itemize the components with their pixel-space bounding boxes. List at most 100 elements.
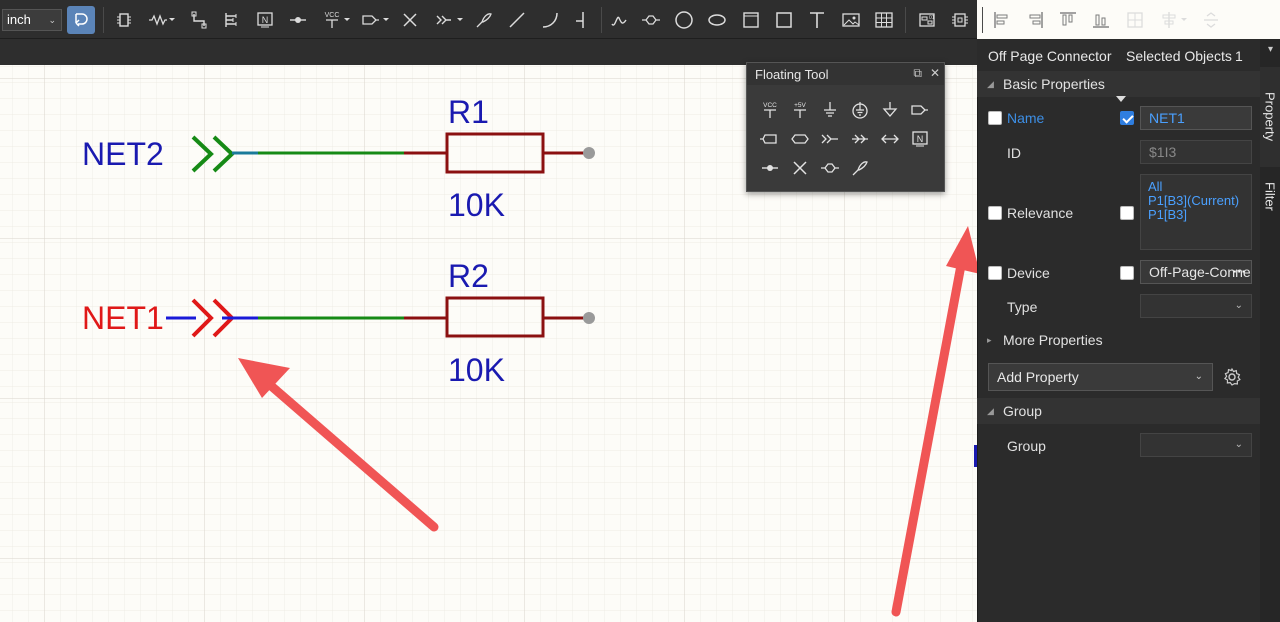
bus-entry-tool[interactable]: [815, 153, 845, 182]
relevance-show-checkbox[interactable]: [1120, 206, 1134, 220]
svg-text:N: N: [262, 15, 269, 25]
net-flag-button[interactable]: [284, 6, 312, 34]
more-dots-icon[interactable]: ···: [1233, 261, 1246, 283]
relevance-textarea[interactable]: All P1[B3](Current) P1[B3]: [1140, 174, 1252, 250]
floating-tool-header[interactable]: Floating Tool ⧉ ✕: [747, 63, 944, 85]
off-page-arrow-tool[interactable]: [845, 124, 875, 153]
align-right-button[interactable]: [1021, 6, 1049, 34]
tab-filter[interactable]: Filter: [1260, 171, 1280, 221]
net-label-tool[interactable]: N: [905, 124, 935, 153]
group-select[interactable]: ⌄: [1140, 433, 1252, 457]
unit-select[interactable]: inch ⌄: [2, 9, 62, 31]
t-junction-icon: [576, 12, 584, 28]
align-center-dropdown-button[interactable]: [1154, 6, 1194, 34]
select-mode-icon: [75, 13, 88, 27]
more-properties-header[interactable]: ▸ More Properties: [977, 327, 1260, 353]
device-show-checkbox[interactable]: [1120, 266, 1134, 280]
no-connect-dot-tool[interactable]: [755, 153, 785, 182]
device-field[interactable]: Off-Page-Connector ···: [1140, 260, 1252, 284]
net-label-button[interactable]: N: [251, 6, 279, 34]
junction-dot-icon: [290, 17, 306, 23]
bezier-button[interactable]: [605, 6, 633, 34]
junction-button[interactable]: [569, 6, 597, 34]
align-top-button[interactable]: [1054, 6, 1082, 34]
more-tools-button[interactable]: [1197, 6, 1225, 34]
close-icon[interactable]: ✕: [930, 66, 940, 81]
align-bottom-button[interactable]: [1087, 6, 1115, 34]
export-bom-button[interactable]: 01: [913, 6, 941, 34]
net-port-bidir-tool[interactable]: [785, 124, 815, 153]
pin-icon[interactable]: ▾: [1268, 44, 1273, 55]
align-right-icon: [1029, 12, 1043, 28]
relevance-line: All: [1148, 179, 1163, 194]
device-visibility-checkbox[interactable]: [988, 266, 1002, 280]
ellipse-button[interactable]: [703, 6, 731, 34]
circle-ground-tool[interactable]: [845, 95, 875, 124]
wire-button[interactable]: [185, 6, 213, 34]
svg-text:+5V: +5V: [794, 102, 806, 109]
tab-property[interactable]: Property: [1260, 67, 1280, 167]
floating-tool-window[interactable]: Floating Tool ⧉ ✕ VCC +5V N: [746, 62, 945, 192]
probe-tool[interactable]: [845, 153, 875, 182]
align-left-icon: [994, 12, 1008, 28]
off-page-connector-tool[interactable]: [815, 124, 845, 153]
no-connect-button[interactable]: [396, 6, 424, 34]
off-page-arrow-icon: [852, 134, 868, 143]
off-page-connector-icon: [821, 134, 838, 143]
line-button[interactable]: [503, 6, 531, 34]
add-property-select[interactable]: Add Property ⌄: [988, 363, 1213, 391]
name-visibility-checkbox[interactable]: [988, 111, 1002, 125]
off-page-connector-dropdown-button[interactable]: [431, 6, 469, 34]
net2-label-text: NET2: [82, 136, 164, 172]
floating-tool-title: Floating Tool: [755, 66, 829, 82]
vcc-dropdown-button[interactable]: VCC: [318, 6, 356, 34]
basic-properties-header[interactable]: ◢ Basic Properties: [977, 71, 1260, 97]
vcc-power-tool[interactable]: VCC: [755, 95, 785, 124]
net-port-both-tool[interactable]: [875, 124, 905, 153]
plus5v-power-tool[interactable]: +5V: [785, 95, 815, 124]
image-button[interactable]: [837, 6, 865, 34]
r1-designator: R1: [448, 94, 489, 130]
circle-button[interactable]: [670, 6, 698, 34]
rectangle-icon: [743, 12, 759, 28]
type-select[interactable]: ⌄: [1140, 294, 1252, 318]
net-port-in-icon: [760, 133, 777, 144]
bus-entry-button[interactable]: [637, 6, 665, 34]
square-button[interactable]: [770, 6, 798, 34]
flip-icon: [1204, 12, 1218, 28]
netlist-chip-icon: [952, 13, 968, 27]
net-port-out-tool[interactable]: [905, 95, 935, 124]
arc-button[interactable]: [536, 6, 564, 34]
id-field[interactable]: $1I3: [1140, 140, 1252, 164]
chevron-down-icon: ⌄: [1234, 300, 1243, 311]
name-field[interactable]: NET1: [1140, 106, 1252, 130]
component-button[interactable]: [110, 6, 138, 34]
text-button[interactable]: [803, 6, 831, 34]
probe-button[interactable]: [470, 6, 498, 34]
net-port-dropdown-button[interactable]: [357, 6, 395, 34]
select-mode-button[interactable]: [67, 6, 95, 34]
netlist-button[interactable]: [946, 6, 974, 34]
name-show-checkbox[interactable]: [1120, 111, 1134, 125]
column-toggle-icon[interactable]: [1116, 96, 1126, 102]
align-left-button[interactable]: [988, 6, 1016, 34]
restore-icon[interactable]: ⧉: [913, 66, 922, 81]
text-t-icon: [810, 12, 824, 28]
collapse-triangle-icon: ◢: [987, 405, 994, 416]
schematic-editor-window: inch ⌄ N VCC 01 NET2 R1 10K NET1 R2 10K …: [0, 0, 1280, 622]
group-section-header[interactable]: ◢ Group: [977, 398, 1260, 424]
arrow-ground-tool[interactable]: [875, 95, 905, 124]
resistor-dropdown-button[interactable]: [143, 6, 181, 34]
net-port-in-tool[interactable]: [755, 124, 785, 153]
line-icon: [509, 12, 525, 28]
gear-icon[interactable]: [1222, 367, 1242, 387]
distribute-button[interactable]: [1121, 6, 1149, 34]
bus-icon: [225, 13, 237, 27]
no-connect-tool[interactable]: [785, 153, 815, 182]
relevance-visibility-checkbox[interactable]: [988, 206, 1002, 220]
ground-tool[interactable]: [815, 95, 845, 124]
rectangle-button[interactable]: [737, 6, 765, 34]
bus-button[interactable]: [218, 6, 246, 34]
table-button[interactable]: [870, 6, 898, 34]
basic-properties-label: Basic Properties: [1003, 76, 1105, 92]
